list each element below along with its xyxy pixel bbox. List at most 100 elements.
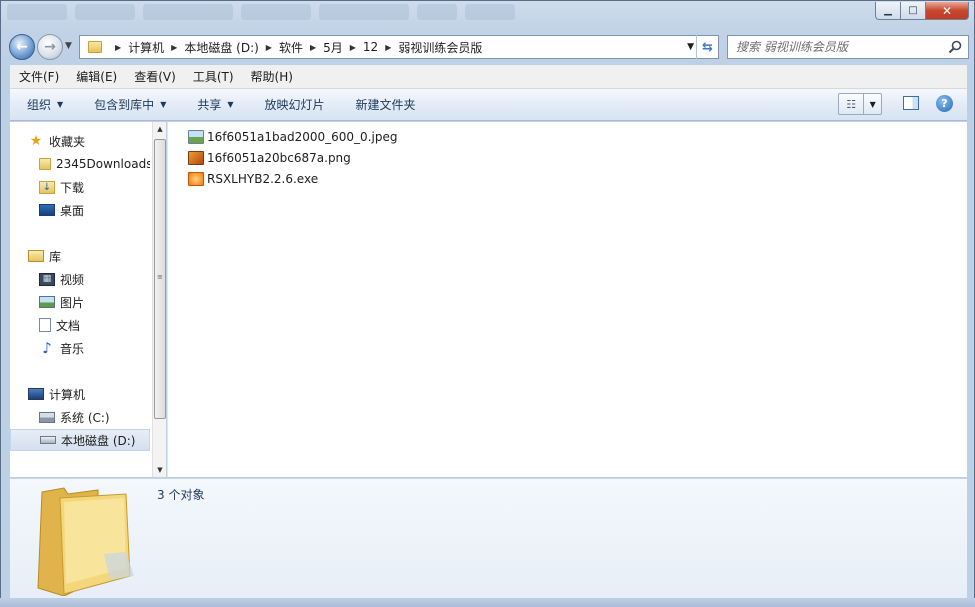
tree-item-2345downloads[interactable]: 2345Downloads [10, 153, 150, 175]
close-button[interactable]: ✕ [925, 2, 969, 20]
address-history-dropdown[interactable]: ▼ [687, 42, 694, 52]
tree-item-documents[interactable]: 文档 [10, 314, 150, 336]
tree-label: 音乐 [60, 341, 85, 356]
tree-item-drive-c[interactable]: 系统 (C:) [10, 406, 150, 428]
ghost-tab [75, 4, 135, 20]
breadcrumb-separator-icon[interactable]: ▶ [266, 43, 272, 52]
view-options-dropdown[interactable]: ▼ [864, 94, 881, 114]
file-item[interactable]: RSXLHYB2.2.6.exe [188, 169, 318, 189]
menu-tools[interactable]: 工具(T) [184, 68, 242, 85]
breadcrumb-current-folder[interactable]: 弱视训练会员版 [398, 39, 482, 56]
include-in-library-button[interactable]: 包含到库中 ▼ [77, 96, 180, 113]
organize-label: 组织 [27, 98, 52, 112]
tree-label: 下载 [60, 180, 85, 195]
breadcrumb: ▶ 计算机 ▶ 本地磁盘 (D:) ▶ 软件 ▶ 5月 ▶ 12 ▶ 弱视训练会… [108, 39, 482, 56]
tree-label: 库 [49, 249, 62, 264]
organize-button[interactable]: 组织 ▼ [10, 96, 77, 113]
scroll-up-icon[interactable]: ▲ [153, 122, 167, 136]
nav-pane-scrollbar[interactable]: ▲ ≡ ▼ [152, 122, 166, 477]
tree-item-music[interactable]: ♪ 音乐 [10, 337, 150, 359]
details-view-icon[interactable]: ☷ [839, 94, 865, 114]
address-bar[interactable]: ▶ 计算机 ▶ 本地磁盘 (D:) ▶ 软件 ▶ 5月 ▶ 12 ▶ 弱视训练会… [79, 35, 719, 59]
share-button[interactable]: 共享 ▼ [180, 96, 247, 113]
drive-icon [40, 436, 56, 444]
ghost-tab [417, 4, 457, 20]
window-controls: ▁ □ ✕ [875, 2, 969, 20]
document-icon [39, 318, 51, 332]
menu-view[interactable]: 查看(V) [125, 68, 184, 85]
breadcrumb-software[interactable]: 软件 [279, 39, 303, 56]
tree-label: 图片 [60, 295, 85, 310]
explorer-window: ▁ □ ✕ ← → ▼ ▶ 计算机 ▶ 本地磁盘 (D:) ▶ 软件 ▶ 5月 … [0, 0, 975, 607]
tree-item-desktop[interactable]: 桌面 [10, 199, 150, 221]
command-bar: 组织 ▼ 包含到库中 ▼ 共享 ▼ 放映幻灯片 新建文件夹 ☷ ▼ ? [10, 89, 967, 121]
breadcrumb-separator-icon[interactable]: ▶ [350, 43, 356, 52]
breadcrumb-may[interactable]: 5月 [323, 39, 343, 56]
pictures-icon [39, 296, 55, 308]
minimize-button[interactable]: ▁ [875, 2, 901, 20]
tree-item-downloads[interactable]: ↓ 下载 [10, 176, 150, 198]
back-button[interactable]: ← [9, 34, 35, 60]
navigation-pane: ★ 收藏夹 2345Downloads ↓ 下载 桌面 库 ▦ 视频 图片 文档… [10, 122, 166, 477]
video-icon: ▦ [39, 272, 55, 286]
details-pane: 3 个对象 [10, 478, 967, 599]
item-count: 3 个对象 [157, 488, 205, 502]
ghost-tab [465, 4, 515, 20]
maximize-button[interactable]: □ [900, 2, 926, 20]
change-view-button[interactable]: ☷ ▼ [838, 93, 882, 115]
menu-edit[interactable]: 编辑(E) [67, 68, 125, 85]
refresh-icon: ⇆ [702, 39, 713, 55]
exe-app-icon [188, 172, 204, 186]
forward-arrow-icon: → [44, 39, 56, 55]
new-folder-button[interactable]: 新建文件夹 [339, 96, 430, 113]
search-input[interactable] [736, 38, 946, 56]
tree-label: 视频 [60, 272, 85, 287]
library-icon [28, 250, 44, 262]
system-drive-icon [39, 411, 55, 423]
file-name: 16f6051a20bc687a.png [207, 151, 351, 165]
breadcrumb-drive-d[interactable]: 本地磁盘 (D:) [184, 39, 258, 56]
folder-icon [88, 41, 102, 53]
tree-item-videos[interactable]: ▦ 视频 [10, 268, 150, 290]
file-item[interactable]: 16f6051a1bad2000_600_0.jpeg [188, 127, 397, 147]
forward-button[interactable]: → [37, 34, 63, 60]
tree-label: 本地磁盘 (D:) [61, 433, 136, 448]
breadcrumb-separator-icon[interactable]: ▶ [171, 43, 177, 52]
folder-icon [39, 158, 51, 170]
file-list[interactable]: 16f6051a1bad2000_600_0.jpeg 16f6051a20bc… [167, 122, 967, 477]
computer-icon [28, 388, 44, 400]
breadcrumb-separator-icon[interactable]: ▶ [385, 43, 391, 52]
music-icon: ♪ [42, 339, 52, 357]
breadcrumb-computer[interactable]: 计算机 [128, 39, 164, 56]
tree-libraries[interactable]: 库 [10, 245, 150, 267]
recent-pages-dropdown[interactable]: ▼ [65, 41, 72, 51]
tree-label: 系统 (C:) [60, 410, 110, 425]
star-icon: ★ [29, 133, 43, 149]
refresh-button[interactable]: ⇆ [696, 35, 718, 59]
search-icon[interactable] [948, 40, 962, 54]
tree-item-drive-d[interactable]: 本地磁盘 (D:) [10, 429, 150, 451]
breadcrumb-separator-icon[interactable]: ▶ [115, 43, 121, 52]
file-item[interactable]: 16f6051a20bc687a.png [188, 148, 351, 168]
scrollbar-thumb[interactable]: ≡ [154, 139, 166, 419]
slideshow-label: 放映幻灯片 [264, 98, 325, 112]
chevron-down-icon: ▼ [160, 100, 167, 109]
help-icon[interactable]: ? [936, 95, 953, 112]
menu-file[interactable]: 文件(F) [10, 68, 67, 85]
tree-label: 收藏夹 [49, 134, 86, 149]
large-folder-icon [37, 487, 134, 596]
breadcrumb-separator-icon[interactable]: ▶ [310, 43, 316, 52]
tree-computer[interactable]: 计算机 [10, 383, 150, 405]
tree-favorites[interactable]: ★ 收藏夹 [10, 130, 150, 152]
background-taskbar-ghost [7, 4, 515, 20]
jpeg-image-icon [188, 130, 204, 144]
breadcrumb-12[interactable]: 12 [363, 40, 378, 54]
scroll-down-icon[interactable]: ▼ [153, 463, 167, 477]
menu-bar: 文件(F) 编辑(E) 查看(V) 工具(T) 帮助(H) [10, 65, 967, 89]
preview-pane-icon[interactable] [903, 96, 919, 110]
chevron-down-icon: ▼ [227, 100, 234, 109]
slideshow-button[interactable]: 放映幻灯片 [248, 96, 339, 113]
tree-item-pictures[interactable]: 图片 [10, 291, 150, 313]
menu-help[interactable]: 帮助(H) [242, 68, 301, 85]
window-bottom-border [0, 598, 975, 607]
